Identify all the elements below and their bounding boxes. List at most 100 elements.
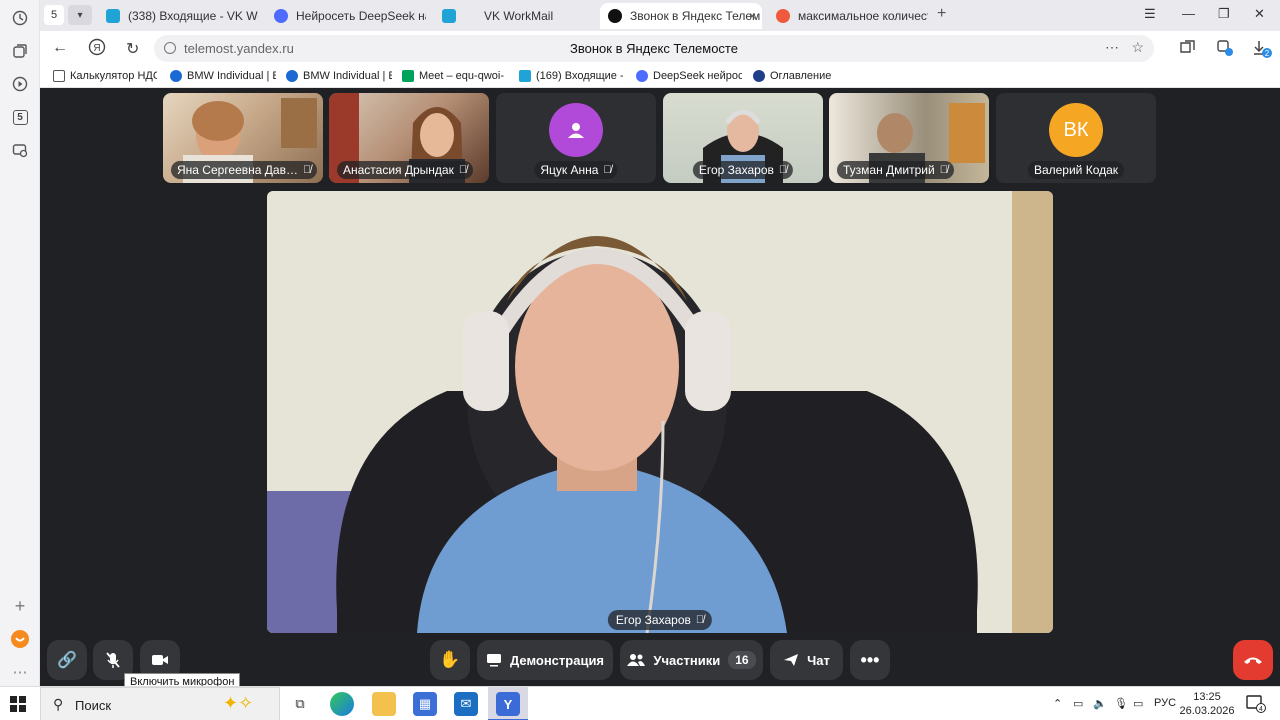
- browser-sidebar: 5 + ⋯: [0, 0, 40, 686]
- new-tab-button[interactable]: +: [937, 5, 946, 23]
- mic-off-icon: [106, 652, 120, 668]
- more-options-icon[interactable]: ⋯: [1105, 39, 1120, 56]
- participant-tile[interactable]: Тузман Дмитрий 🎙̸: [829, 93, 989, 183]
- microphone-icon[interactable]: 🎙: [1114, 697, 1128, 710]
- add-panel-icon[interactable]: +: [8, 594, 32, 618]
- task-view-icon[interactable]: ⧉: [288, 692, 312, 716]
- tab-label: (338) Входящие - VK Wor: [128, 9, 258, 23]
- bookmark-item[interactable]: DeepSeek нейросе: [636, 70, 742, 82]
- participant-name: Яна Сергеевна Дав… 🎙̸: [171, 161, 318, 179]
- book-icon: [753, 70, 765, 82]
- google-meet-icon: [402, 70, 414, 82]
- mic-off-icon: 🎙̸: [939, 164, 948, 176]
- address-bar: ← Я ↻ telemost.yandex.ru Звонок в Яндекс…: [40, 31, 1280, 66]
- minimize-icon[interactable]: —: [1182, 6, 1195, 21]
- network-icon[interactable]: ▭: [1073, 697, 1083, 710]
- participant-name: Егор Захаров 🎙̸: [692, 161, 794, 179]
- tab-vk-inbox[interactable]: (338) Входящие - VK Wor: [98, 3, 258, 29]
- telemost-meeting: Яна Сергеевна Дав… 🎙̸ Анастасия Дрындак 🎙̸…: [40, 88, 1280, 691]
- raise-hand-button[interactable]: ✋: [430, 640, 470, 680]
- camera-icon: [152, 655, 168, 665]
- deepseek-icon: [274, 9, 288, 23]
- back-arrow-icon[interactable]: ←: [52, 39, 68, 57]
- speaker-video-frame: [267, 191, 1053, 633]
- participant-name: Валерий Кодак: [1027, 161, 1125, 179]
- tab-label: VK WorkMail: [484, 9, 554, 23]
- people-icon: [627, 654, 646, 666]
- notifications-icon[interactable]: 4: [1246, 695, 1266, 716]
- yandex-browser-taskbar-item[interactable]: Y: [488, 687, 528, 720]
- browser-window: 5 + ⋯ 5 ▾ (338) Входящие - VK Wor Нейрос…: [0, 0, 1280, 720]
- system-clock[interactable]: 13:25 26.03.2026: [1178, 690, 1236, 718]
- more-options-button[interactable]: •••: [850, 640, 890, 680]
- edge-icon[interactable]: [330, 692, 354, 716]
- restore-icon[interactable]: ❐: [1218, 6, 1230, 22]
- more-icon[interactable]: ⋯: [8, 660, 32, 684]
- tray-chevron-icon[interactable]: ⌃: [1053, 697, 1062, 710]
- reload-icon[interactable]: ↻: [126, 39, 139, 59]
- battery-icon[interactable]: ▭: [1133, 697, 1143, 710]
- participant-tile[interactable]: Егор Захаров 🎙̸: [663, 93, 823, 183]
- tab-yandex-search[interactable]: максимальное количест: [768, 3, 928, 29]
- volume-icon[interactable]: 🔈: [1093, 697, 1107, 710]
- tab-label: максимальное количест: [798, 9, 928, 23]
- input-language[interactable]: РУС: [1154, 697, 1176, 709]
- end-call-button[interactable]: [1233, 640, 1273, 680]
- bmw-icon: [286, 70, 298, 82]
- send-icon: [784, 654, 799, 666]
- vk-mail-icon: [106, 9, 120, 23]
- bookmark-item[interactable]: BMW Individual | E: [170, 70, 276, 82]
- translate-icon[interactable]: [1216, 39, 1234, 62]
- screenshot-icon[interactable]: [8, 138, 32, 162]
- collections-icon[interactable]: [8, 39, 32, 63]
- chevron-down-icon[interactable]: ▾: [68, 5, 92, 25]
- participant-tile[interactable]: Анастасия Дрындак 🎙̸: [329, 93, 489, 183]
- tab-vk-workmail[interactable]: VK WorkMail: [434, 3, 594, 29]
- avatar: [549, 103, 603, 157]
- more-dots-icon: •••: [860, 649, 880, 670]
- tab-label: Звонок в Яндекс Телем: [630, 9, 761, 23]
- tab-deepseek[interactable]: Нейросеть DeepSeek на р: [266, 3, 426, 29]
- yandex-browser-icon: Y: [496, 692, 520, 716]
- tab-bar: 5 ▾ (338) Входящие - VK Wor Нейросеть De…: [40, 0, 1280, 31]
- window-close-icon[interactable]: ✕: [1254, 6, 1265, 22]
- close-icon[interactable]: ×: [749, 9, 756, 23]
- sparkle-icon: ✦✧: [223, 693, 254, 713]
- play-icon[interactable]: [8, 72, 32, 96]
- yandex-home-icon[interactable]: Я: [88, 38, 106, 61]
- participants-button[interactable]: Участники 16: [620, 640, 763, 680]
- url-field[interactable]: telemost.yandex.ru Звонок в Яндекс Телем…: [154, 35, 1154, 62]
- mic-off-icon: 🎙̸: [695, 614, 705, 626]
- taskbar-search[interactable]: ⚲ Поиск ✦✧: [40, 687, 280, 720]
- bookmark-item[interactable]: BMW Individual | E: [286, 70, 392, 82]
- participant-name: Тузман Дмитрий 🎙̸: [837, 161, 954, 179]
- tab-telemost[interactable]: Звонок в Яндекс Телем ×: [600, 3, 762, 29]
- participant-tile[interactable]: Яцук Анна 🎙̸: [496, 93, 656, 183]
- screen-share-button[interactable]: Демонстрация: [477, 640, 613, 680]
- bookmark-icon[interactable]: ☆: [1131, 39, 1144, 56]
- vk-mail-icon: [442, 9, 456, 23]
- participant-tile[interactable]: Яна Сергеевна Дав… 🎙̸: [163, 93, 323, 183]
- mic-off-icon: 🎙̸: [603, 164, 612, 176]
- alice-icon[interactable]: [8, 627, 32, 651]
- participant-tile[interactable]: ВК Валерий Кодак: [996, 93, 1156, 183]
- extensions-icon[interactable]: [1178, 39, 1196, 62]
- mic-off-icon: 🎙̸: [458, 164, 468, 176]
- store-icon[interactable]: ▦: [413, 692, 437, 716]
- copy-link-button[interactable]: 🔗: [47, 640, 87, 680]
- bookmark-item[interactable]: (169) Входящие -: [519, 70, 623, 82]
- windows-start-icon[interactable]: [10, 696, 26, 712]
- downloads-icon[interactable]: 2: [1252, 39, 1274, 64]
- mail-icon[interactable]: ✉: [454, 692, 478, 716]
- file-explorer-icon[interactable]: [372, 692, 396, 716]
- chat-button[interactable]: Чат: [770, 640, 843, 680]
- menu-icon[interactable]: ☰: [1144, 6, 1156, 22]
- bookmark-item[interactable]: Калькулятор НДС: [53, 70, 157, 82]
- tab-count-icon[interactable]: 5: [8, 105, 32, 129]
- bookmark-item[interactable]: Оглавление: [753, 70, 863, 82]
- tab-counter[interactable]: 5: [44, 5, 64, 25]
- hand-icon: ✋: [439, 650, 461, 669]
- participant-name: Анастасия Дрындак 🎙̸: [337, 161, 474, 179]
- bookmark-item[interactable]: Meet – equ-qwoi-: [402, 70, 508, 82]
- history-icon[interactable]: [8, 6, 32, 30]
